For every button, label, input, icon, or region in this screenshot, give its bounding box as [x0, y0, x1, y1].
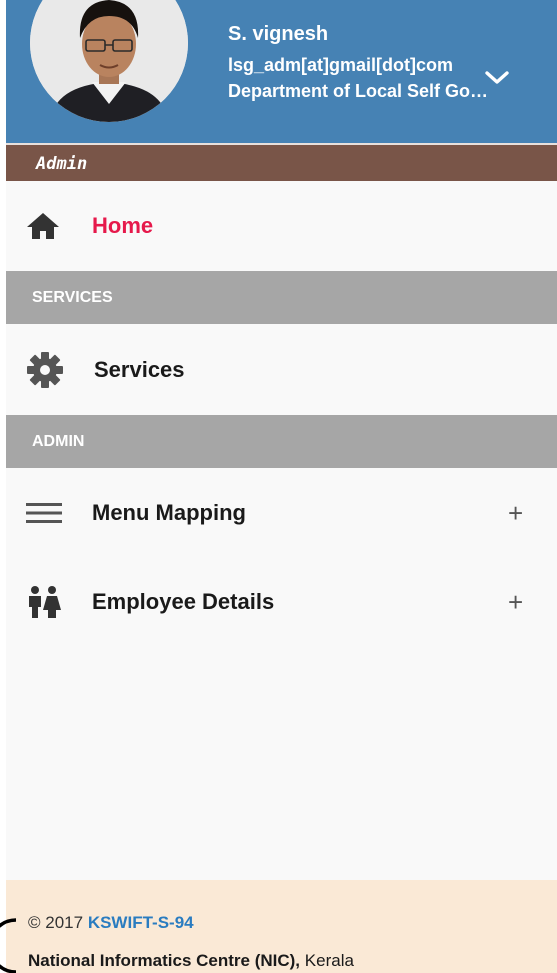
section-header-admin: ADMIN [6, 415, 557, 468]
section-header-services: SERVICES [6, 271, 557, 324]
sidebar-item-label: Employee Details [92, 589, 275, 614]
sidebar-item-label: Services [94, 356, 185, 382]
user-email: lsg_adm[at]gmail[dot]com [228, 55, 454, 75]
gear-icon [26, 351, 64, 389]
people-icon [26, 585, 62, 619]
menu-lines-icon [26, 502, 62, 524]
user-department: Department of Local Self Government [228, 81, 490, 101]
expand-icon[interactable]: + [508, 500, 523, 526]
sidebar-item-label: Menu Mapping [92, 499, 246, 525]
copyright-text: © 2017 [28, 913, 84, 932]
sidebar-item-services[interactable]: Services [6, 324, 557, 415]
copyright-line: © 2017 KSWIFT-S-94 [28, 913, 557, 933]
sidebar-item-label: Home [92, 213, 154, 238]
profile-header: S. vignesh lsg_adm[at]gmail[dot]com Depa… [6, 0, 557, 143]
organization-line: National Informatics Centre (NIC), Keral… [28, 951, 557, 971]
organization-name: National Informatics Centre (NIC), [28, 951, 301, 970]
version-label[interactable]: KSWIFT-S-94 [88, 913, 194, 932]
expand-icon[interactable]: + [508, 589, 523, 615]
avatar-image [30, 0, 188, 122]
sidebar: S. vignesh lsg_adm[at]gmail[dot]com Depa… [6, 0, 557, 973]
profile-dropdown-toggle[interactable] [484, 66, 510, 88]
avatar[interactable] [30, 0, 188, 122]
home-icon [26, 211, 60, 241]
sidebar-item-home[interactable]: Home [6, 181, 557, 271]
user-name: S. vignesh [228, 23, 329, 45]
sidebar-item-employee-details[interactable]: Employee Details + [6, 557, 557, 647]
chevron-down-icon [485, 71, 509, 84]
partial-circle-decoration [0, 918, 17, 973]
sidebar-item-menu-mapping[interactable]: Menu Mapping + [6, 468, 557, 557]
organization-location: Kerala [304, 951, 354, 970]
role-bar: Admin [6, 143, 557, 181]
footer: © 2017 KSWIFT-S-94 National Informatics … [6, 880, 557, 973]
